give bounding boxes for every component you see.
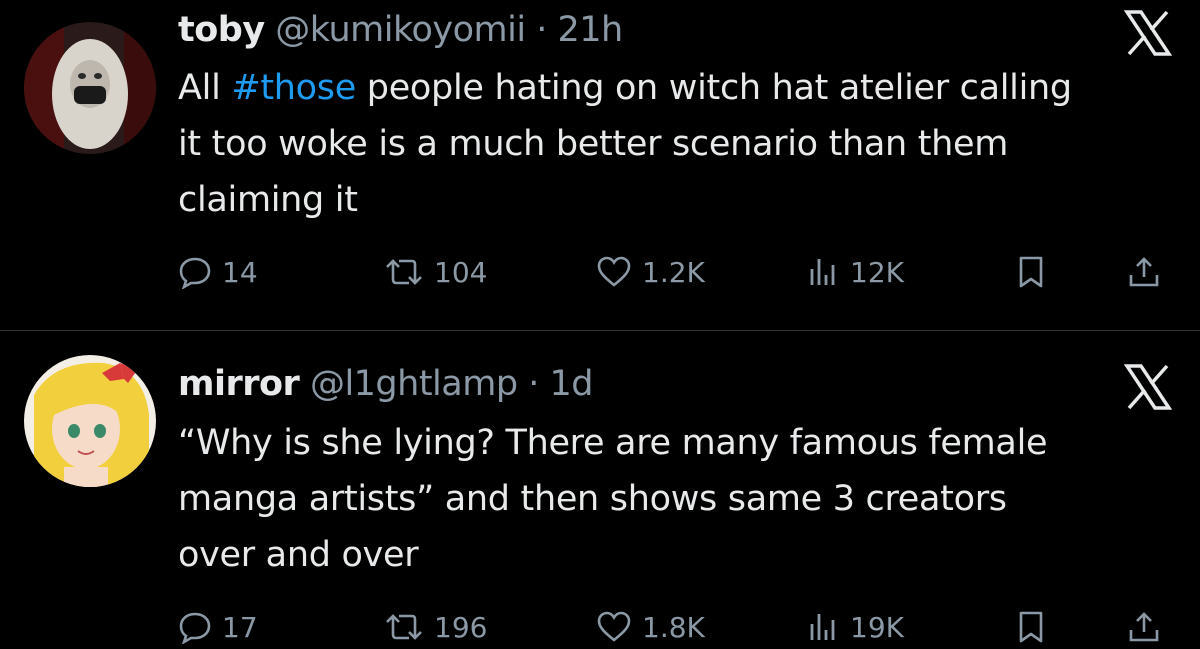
x-logo-icon bbox=[1123, 364, 1173, 410]
share-button[interactable] bbox=[1126, 250, 1162, 294]
speech-bubble-icon bbox=[178, 255, 212, 289]
tweet-text: All #those people hating on witch hat at… bbox=[178, 60, 1178, 228]
text-segment: people hating on witch hat atelier calli… bbox=[355, 68, 1072, 108]
repost-button[interactable]: 104 bbox=[384, 250, 487, 294]
tweet-text: “Why is she lying? There are many famous… bbox=[178, 415, 1178, 583]
display-name[interactable]: toby bbox=[178, 10, 265, 50]
handle[interactable]: @l1ghtlamp bbox=[310, 364, 518, 404]
views-button[interactable]: 12K bbox=[806, 250, 904, 294]
separator: · bbox=[536, 10, 547, 50]
x-logo-icon bbox=[1123, 10, 1173, 56]
share-upload-icon bbox=[1126, 255, 1162, 289]
avatar[interactable] bbox=[24, 22, 156, 154]
repost-arrows-icon bbox=[384, 255, 424, 289]
text-line: “Why is she lying? There are many famous… bbox=[178, 423, 1048, 463]
hashtag-link[interactable]: #those bbox=[231, 68, 356, 108]
display-name[interactable]: mirror bbox=[178, 364, 300, 404]
views-button[interactable]: 19K bbox=[806, 605, 904, 649]
reply-count: 14 bbox=[222, 255, 258, 289]
speech-bubble-icon bbox=[178, 610, 212, 644]
tweet-header: toby @kumikoyomii · 21h bbox=[178, 8, 623, 52]
reply-button[interactable]: 17 bbox=[178, 605, 258, 649]
repost-count: 196 bbox=[434, 610, 488, 644]
avatar[interactable] bbox=[24, 355, 156, 487]
like-count: 1.2K bbox=[642, 255, 705, 289]
tweet-1[interactable]: toby @kumikoyomii · 21h All #those peopl… bbox=[0, 0, 1200, 330]
reply-count: 17 bbox=[222, 610, 258, 644]
action-bar: 17 196 1.8K 19K bbox=[178, 605, 1178, 649]
view-count: 19K bbox=[850, 610, 904, 644]
text-line: manga artists” and then shows same 3 cre… bbox=[178, 479, 1007, 519]
view-count: 12K bbox=[850, 255, 904, 289]
bar-chart-icon bbox=[806, 610, 840, 644]
handle[interactable]: @kumikoyomii bbox=[275, 10, 526, 50]
bookmark-icon bbox=[1016, 255, 1046, 289]
bookmark-icon bbox=[1016, 610, 1046, 644]
repost-arrows-icon bbox=[384, 610, 424, 644]
bookmark-button[interactable] bbox=[1016, 250, 1046, 294]
text-segment: All bbox=[178, 68, 232, 108]
action-bar: 14 104 1.2K 12K bbox=[178, 250, 1178, 294]
heart-icon bbox=[596, 255, 632, 289]
bar-chart-icon bbox=[806, 255, 840, 289]
like-button[interactable]: 1.2K bbox=[596, 250, 705, 294]
like-count: 1.8K bbox=[642, 610, 705, 644]
share-upload-icon bbox=[1126, 610, 1162, 644]
reply-button[interactable]: 14 bbox=[178, 250, 258, 294]
text-line: claiming it bbox=[178, 180, 358, 220]
timestamp[interactable]: 21h bbox=[558, 10, 624, 50]
tweet-2[interactable]: mirror @l1ghtlamp · 1d “Why is she lying… bbox=[0, 331, 1200, 644]
share-button[interactable] bbox=[1126, 605, 1162, 649]
repost-button[interactable]: 196 bbox=[384, 605, 487, 649]
bookmark-button[interactable] bbox=[1016, 605, 1046, 649]
text-line: over and over bbox=[178, 535, 419, 575]
heart-icon bbox=[596, 610, 632, 644]
timestamp[interactable]: 1d bbox=[549, 364, 593, 404]
separator: · bbox=[528, 364, 539, 404]
repost-count: 104 bbox=[434, 255, 488, 289]
like-button[interactable]: 1.8K bbox=[596, 605, 705, 649]
text-line: it too woke is a much better scenario th… bbox=[178, 124, 1009, 164]
tweet-header: mirror @l1ghtlamp · 1d bbox=[178, 362, 593, 406]
